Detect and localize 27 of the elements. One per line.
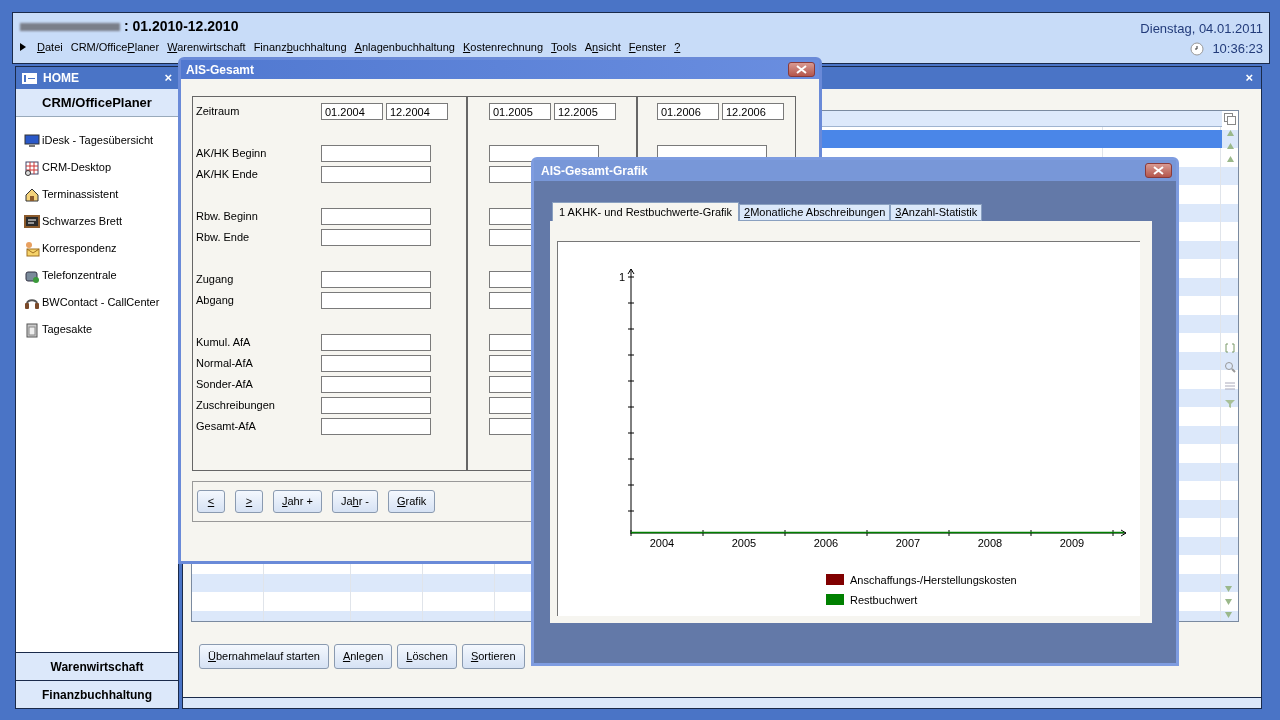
dialog-title: AIS-Gesamt [186, 61, 255, 79]
field-label: Rbw. Ende [196, 230, 251, 246]
sidebar-title: HOME [43, 70, 80, 87]
axis-label: 2004 [649, 537, 675, 549]
axis-label: 2006 [813, 537, 839, 549]
time-label: 10:36:23 [1212, 40, 1263, 58]
field-label: Gesamt-AfA [196, 419, 257, 435]
field-label: Rbw. Beginn [196, 209, 259, 225]
window-title: AIS-Gesamt-Grafik [541, 162, 648, 180]
field-label: AK/HK Ende [196, 167, 259, 183]
field-label: Zeitraum [196, 104, 241, 120]
axis-label: 1 [618, 271, 625, 283]
window-title: : 01.2010-12.2010 [124, 17, 239, 36]
field-label: Sonder-AfA [196, 377, 254, 393]
axis-label: 2008 [977, 537, 1003, 549]
field-label: Abgang [196, 293, 235, 309]
legend-label: Anschaffungs-/Herstellungskosten [850, 574, 1017, 586]
legend-label: Restbuchwert [850, 594, 918, 606]
date-label: Dienstag, 04.01.2011 [1140, 20, 1263, 38]
field-label: Zugang [196, 272, 235, 288]
axis-label: 2007 [895, 537, 921, 549]
field-label: Normal-AfA [196, 356, 254, 372]
axis-label: 2009 [1059, 537, 1085, 549]
field-label: Kumul. AfA [196, 335, 252, 351]
field-label: AK/HK Beginn [196, 146, 268, 162]
axis-label: 2005 [731, 537, 757, 549]
field-label: Zuschreibungen [196, 398, 276, 414]
